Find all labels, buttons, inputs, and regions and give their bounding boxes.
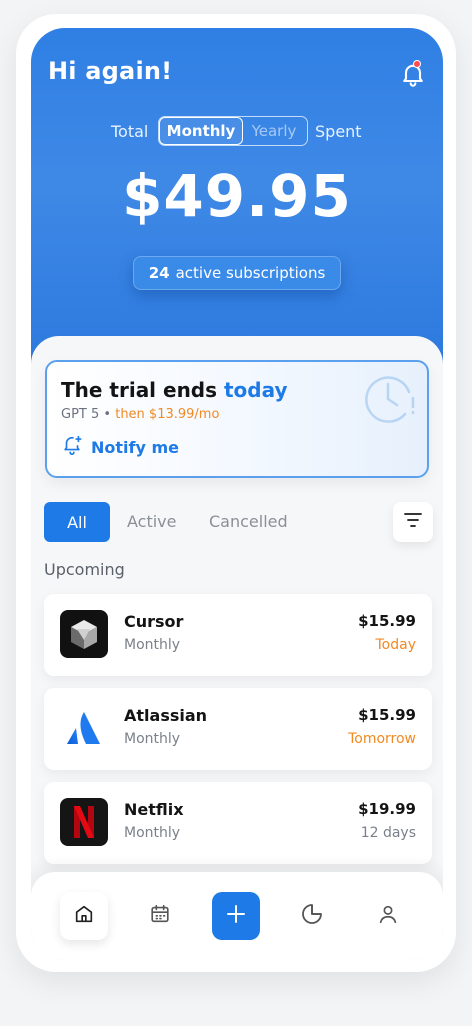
nav-statistics[interactable] — [288, 892, 336, 940]
content-sheet: The trial ends today GPT 5 • then $13.99… — [31, 336, 443, 960]
subscription-card-netflix[interactable]: Netflix Monthly $19.99 12 days — [44, 782, 432, 864]
period-toggle: Monthly Yearly — [158, 116, 308, 146]
subscription-cycle: Monthly — [124, 825, 181, 841]
trial-title: The trial ends today — [61, 378, 288, 402]
filter-tabs: All Active Cancelled — [44, 502, 434, 542]
trial-service: GPT 5 — [61, 407, 100, 422]
app-screen: Hi again! Total Monthly Yearly Spent $49… — [31, 28, 443, 960]
subscription-price: $19.99 — [358, 800, 416, 818]
section-title: Upcoming — [44, 560, 125, 579]
nav-profile[interactable] — [364, 892, 412, 940]
notify-label: Notify me — [91, 437, 179, 457]
plus-icon — [224, 902, 248, 930]
greeting-title: Hi again! — [48, 57, 173, 85]
subscription-price: $15.99 — [358, 706, 416, 724]
atlassian-logo-icon — [60, 704, 108, 752]
bell-plus-icon — [61, 434, 83, 460]
filter-button[interactable] — [393, 502, 433, 542]
filter-icon — [402, 509, 424, 535]
subscriptions-count: 24 — [148, 264, 170, 282]
total-label: Total — [111, 122, 149, 141]
nav-home[interactable] — [60, 892, 108, 940]
summary-header: Hi again! Total Monthly Yearly Spent $49… — [31, 28, 443, 368]
active-subscriptions-badge[interactable]: 24 active subscriptions — [133, 256, 341, 290]
home-icon — [73, 903, 95, 929]
toggle-monthly[interactable]: Monthly — [159, 117, 243, 145]
tab-active[interactable]: Active — [127, 512, 177, 531]
nav-calendar[interactable] — [136, 892, 184, 940]
spent-label: Spent — [315, 122, 362, 141]
subscription-due: Tomorrow — [348, 731, 416, 747]
pie-chart-icon — [300, 902, 324, 930]
netflix-logo-icon — [60, 798, 108, 846]
user-icon — [377, 903, 399, 929]
tab-cancelled[interactable]: Cancelled — [209, 512, 288, 531]
subscription-cycle: Monthly — [124, 731, 181, 747]
tab-all[interactable]: All — [44, 502, 110, 542]
trial-then-price: then $13.99/mo — [115, 407, 220, 422]
subscription-name: Netflix — [124, 800, 184, 819]
trial-highlight: today — [224, 378, 288, 402]
subscriptions-label: active subscriptions — [175, 264, 326, 282]
subscription-price: $15.99 — [358, 612, 416, 630]
calendar-icon — [149, 903, 171, 929]
subscription-cycle: Monthly — [124, 637, 181, 653]
subscription-card-cursor[interactable]: Cursor Monthly $15.99 Today — [44, 594, 432, 676]
subscription-due: 12 days — [360, 825, 416, 841]
period-toggle-row: Total Monthly Yearly Spent — [31, 116, 443, 146]
cursor-logo-icon — [60, 610, 108, 658]
clock-alert-icon — [361, 370, 419, 428]
notify-me-button[interactable]: Notify me — [61, 434, 179, 460]
total-amount: $49.95 — [122, 162, 352, 230]
trial-separator: • — [103, 407, 112, 422]
notification-badge — [413, 60, 421, 68]
subscription-card-atlassian[interactable]: Atlassian Monthly $15.99 Tomorrow — [44, 688, 432, 770]
trial-subtitle: GPT 5 • then $13.99/mo — [61, 407, 219, 422]
nav-add-subscription[interactable] — [212, 892, 260, 940]
trial-card[interactable]: The trial ends today GPT 5 • then $13.99… — [45, 360, 429, 478]
subscription-name: Cursor — [124, 612, 184, 631]
subscription-name: Atlassian — [124, 706, 208, 725]
subscription-due: Today — [375, 637, 417, 653]
bottom-nav — [31, 872, 443, 960]
toggle-yearly[interactable]: Yearly — [243, 117, 305, 145]
